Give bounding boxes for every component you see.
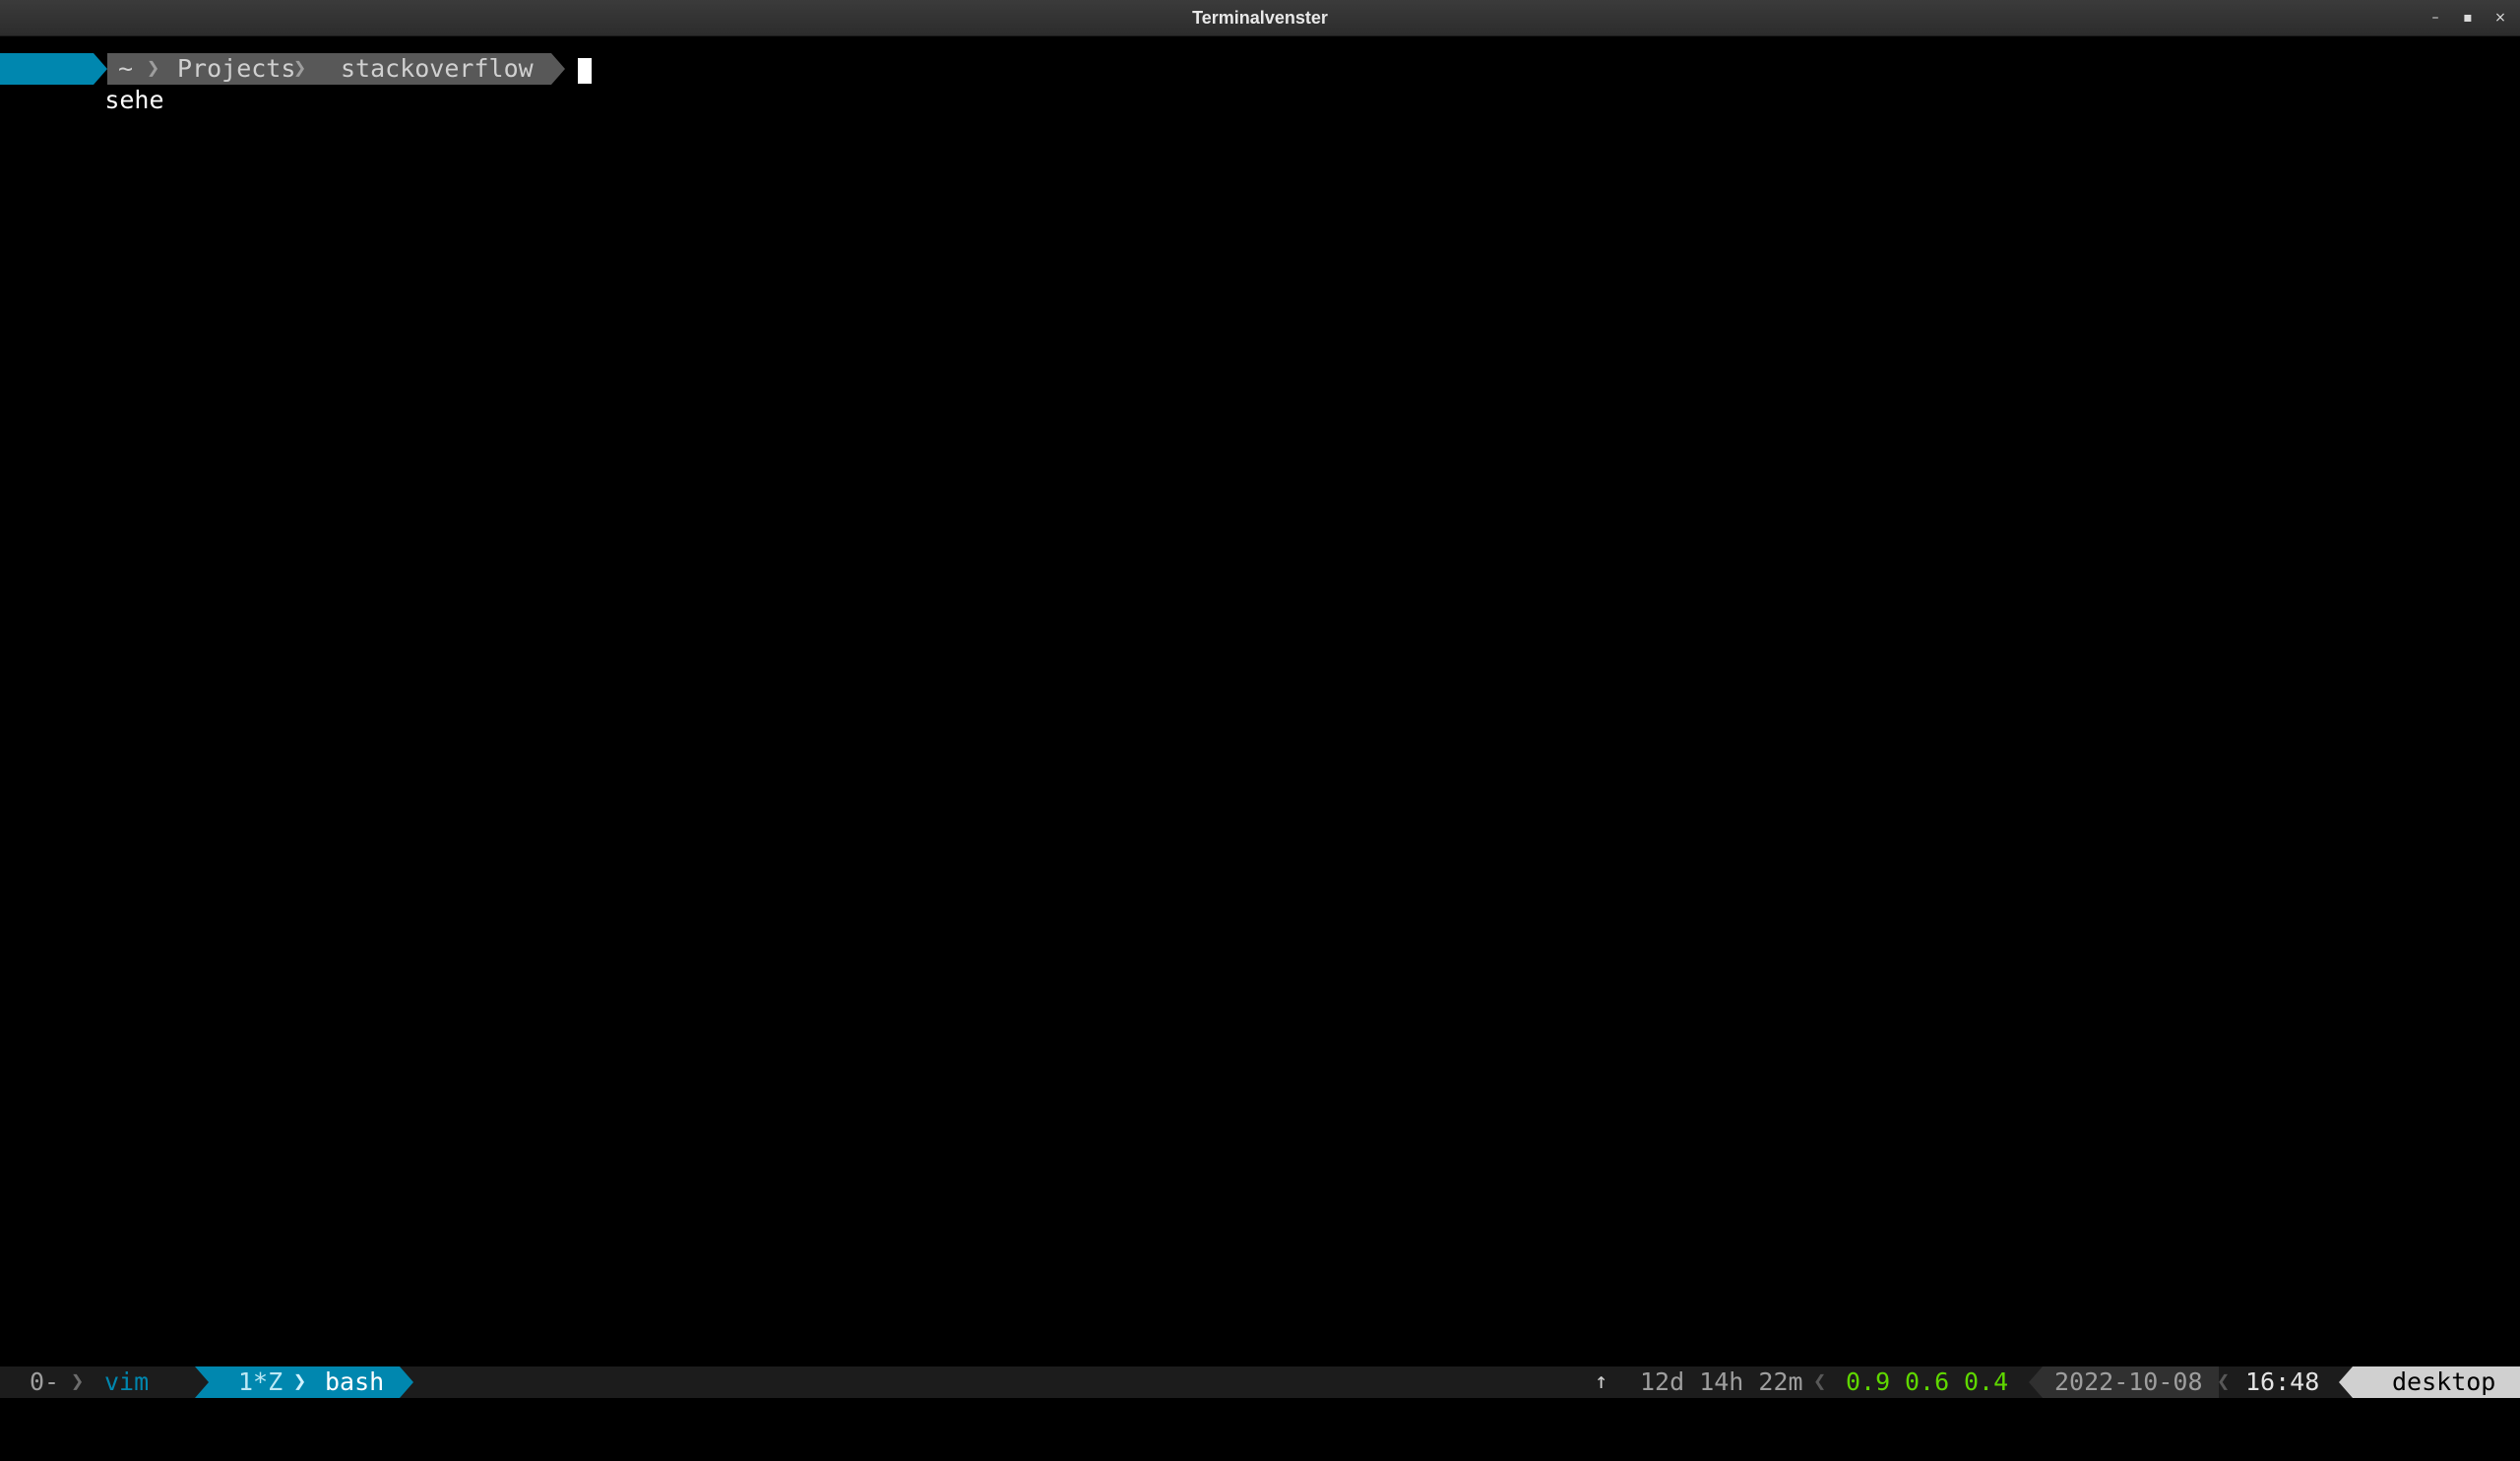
- prompt-path-segment: ~ ❯ Projects ❯ stackoverflow: [107, 53, 551, 85]
- prompt-home: ~: [118, 54, 134, 83]
- load-average-15m: 0.4: [1964, 1367, 2009, 1396]
- host-segment: desktop: [2353, 1366, 2520, 1426]
- date-segment: 2022-10-08: [2043, 1366, 2219, 1398]
- time: 16:48: [2245, 1367, 2320, 1396]
- left-separator-icon: ❮: [1813, 1369, 1827, 1394]
- window-separator-icon: ❯: [293, 1369, 307, 1394]
- tmux-status-bar: 0- ❯ vim 1*Z ❯ bash ↑ 12d 14h 22m ❮ 0.9 …: [0, 1366, 2520, 1426]
- left-separator-icon: ❮: [2217, 1369, 2231, 1394]
- minimize-button[interactable]: –: [2421, 0, 2450, 35]
- window-bottom-edge: [0, 1398, 2520, 1418]
- terminal-area[interactable]: sehe ~ ❯ Projects ❯ stackoverflow: [0, 36, 2520, 1366]
- path-separator-icon: ❯: [293, 56, 307, 81]
- date-left-cap: [2029, 1366, 2043, 1398]
- uptime: 12d 14h 22m: [1640, 1367, 1803, 1396]
- date: 2022-10-08: [2054, 1367, 2203, 1396]
- active-window-left-cap: [195, 1366, 209, 1398]
- text-cursor: [578, 58, 592, 84]
- load-average-1m: 0.9: [1846, 1367, 1891, 1396]
- prompt-user-segment: sehe: [0, 53, 164, 114]
- prompt-path-part: Projects: [177, 54, 296, 83]
- close-button[interactable]: ×: [2486, 0, 2515, 35]
- window-separator-icon: ❯: [71, 1369, 85, 1394]
- uptime-arrow-icon: ↑: [1595, 1369, 1608, 1394]
- prompt-user-arrow: [94, 53, 107, 85]
- path-separator-icon: ❯: [147, 56, 160, 81]
- active-window-right-cap: [400, 1366, 413, 1398]
- prompt-path-arrow: [551, 53, 565, 85]
- active-window-index: 1*Z: [238, 1367, 284, 1396]
- window-title: Terminalvenster: [1192, 8, 1328, 28]
- hostname: desktop: [2392, 1367, 2496, 1396]
- prompt-path-part: stackoverflow: [341, 54, 534, 83]
- terminal-window: Terminalvenster – ▪ × sehe ~ ❯ Projects …: [0, 0, 2520, 1426]
- title-bar[interactable]: Terminalvenster – ▪ ×: [0, 0, 2520, 36]
- maximize-button[interactable]: ▪: [2453, 0, 2483, 35]
- window-tab-bash[interactable]: 1*Z ❯ bash: [209, 1366, 400, 1398]
- active-window-name: bash: [325, 1367, 385, 1396]
- window-tab-vim[interactable]: vim: [104, 1366, 149, 1398]
- load-average-5m: 0.6: [1905, 1367, 1950, 1396]
- host-left-cap: [2339, 1366, 2353, 1398]
- session-name: 0-: [30, 1367, 60, 1396]
